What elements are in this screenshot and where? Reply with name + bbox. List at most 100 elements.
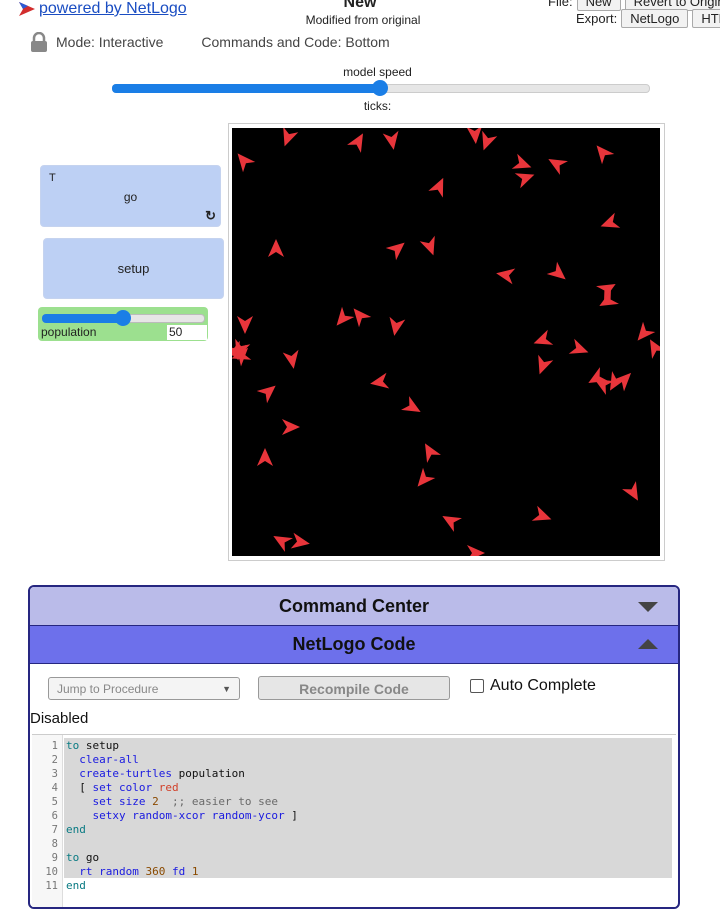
lock-icon[interactable] [30, 32, 48, 52]
collapse-icon[interactable] [638, 639, 658, 649]
turtle [290, 532, 310, 549]
turtle [568, 338, 589, 354]
turtle [389, 316, 406, 336]
mode-text: Mode: Interactive [56, 34, 164, 50]
recompile-button[interactable]: Recompile Code [258, 676, 450, 700]
turtle [425, 443, 441, 463]
forever-indicator: T [49, 172, 56, 184]
mode-row: Mode: Interactive Commands and Code: Bot… [30, 32, 390, 52]
selected-code-background [64, 738, 672, 878]
go-button-label: go [123, 190, 138, 204]
turtle [419, 235, 435, 256]
line-number: 8 [51, 838, 58, 850]
netlogo-code-title: NetLogo Code [292, 634, 416, 654]
turtle [385, 242, 405, 261]
turtle [353, 308, 372, 328]
turtle [533, 329, 554, 345]
code-line: end [66, 823, 86, 836]
line-number: 4 [51, 782, 58, 794]
export-menu: Export: NetLogo HTML [576, 9, 720, 28]
turtle [401, 396, 421, 412]
line-number: 9 [51, 852, 58, 864]
export-html-button[interactable]: HTML [692, 9, 720, 28]
turtle [336, 306, 355, 326]
turtle [256, 385, 276, 404]
turtle [268, 239, 284, 257]
turtle [428, 177, 444, 198]
turtle [237, 316, 253, 334]
code-line: create-turtles population [79, 767, 245, 780]
turtle [466, 128, 483, 144]
setup-button[interactable]: setup [43, 238, 224, 299]
export-netlogo-button[interactable]: NetLogo [621, 9, 689, 28]
turtle [417, 467, 436, 487]
turtle [273, 536, 293, 552]
command-center-header[interactable]: Command Center [30, 587, 678, 626]
code-panel: Command Center NetLogo Code Jump to Proc… [28, 585, 680, 909]
speed-slider-thumb[interactable] [372, 80, 388, 96]
jump-to-procedure-select[interactable]: Jump to Procedure ▼ [48, 677, 240, 700]
turtle [237, 153, 256, 173]
ticks-label: ticks: [363, 99, 392, 113]
line-number: 5 [51, 796, 58, 808]
code-line: rt random 360 fd 1 [79, 865, 199, 878]
turtle [514, 173, 535, 189]
netlogo-code-header[interactable]: NetLogo Code [30, 626, 678, 664]
line-number: 1 [51, 740, 58, 752]
command-center-title: Command Center [278, 596, 430, 616]
jump-placeholder: Jump to Procedure [57, 682, 159, 696]
auto-complete-label: Auto Complete [490, 677, 596, 694]
turtle [511, 153, 532, 169]
code-line: set size 2 ;; easier to see [92, 795, 278, 808]
turtle [282, 419, 300, 435]
turtle [622, 481, 638, 501]
expand-icon[interactable] [638, 602, 658, 612]
go-button[interactable]: T go ↻ [40, 165, 221, 227]
code-line: [ set color red [79, 781, 179, 794]
world-view[interactable] [232, 128, 660, 556]
turtle [370, 372, 390, 389]
turtle [600, 212, 621, 228]
code-line: to go [66, 851, 100, 864]
turtle [538, 354, 554, 375]
turtle [531, 505, 552, 521]
turtle [650, 339, 660, 359]
population-value[interactable]: 50 [167, 325, 207, 340]
turtle [496, 268, 516, 285]
auto-complete-checkbox[interactable] [470, 679, 484, 693]
turtle [257, 448, 273, 466]
line-number: 7 [51, 824, 58, 836]
speed-slider-fill [112, 84, 380, 93]
commands-code-position[interactable]: Commands and Code: Bottom [201, 34, 389, 50]
turtle [548, 159, 568, 175]
line-number: 2 [51, 754, 58, 766]
file-label: File: [548, 0, 573, 9]
turtle [347, 133, 363, 153]
auto-complete-toggle[interactable]: Auto Complete [470, 677, 596, 695]
model-speed-label: model speed [343, 65, 412, 79]
population-slider-fill [42, 314, 123, 323]
world-canvas [232, 128, 660, 556]
code-line: end [66, 879, 86, 892]
population-slider-thumb[interactable] [115, 310, 131, 326]
line-number: 10 [45, 866, 58, 878]
setup-button-label: setup [117, 261, 150, 276]
line-number: 6 [51, 810, 58, 822]
code-line: to setup [66, 739, 119, 752]
turtle [546, 261, 566, 280]
population-label: population [41, 325, 97, 339]
turtle [442, 516, 462, 532]
export-label: Export: [576, 11, 618, 26]
turtle [282, 349, 299, 369]
turtle [596, 145, 615, 165]
code-line: setxy random-xcor random-ycor ] [92, 809, 298, 822]
turtle [283, 128, 299, 147]
dropdown-arrow-icon: ▼ [222, 684, 231, 694]
code-editor[interactable]: to setup clear-all create-turtles popula… [32, 734, 676, 907]
forever-icon: ↻ [205, 208, 216, 223]
status-text: Disabled [30, 710, 89, 727]
line-number: 11 [45, 880, 58, 892]
line-number: 3 [51, 768, 58, 780]
turtle [467, 545, 485, 556]
code-line: clear-all [79, 753, 139, 766]
